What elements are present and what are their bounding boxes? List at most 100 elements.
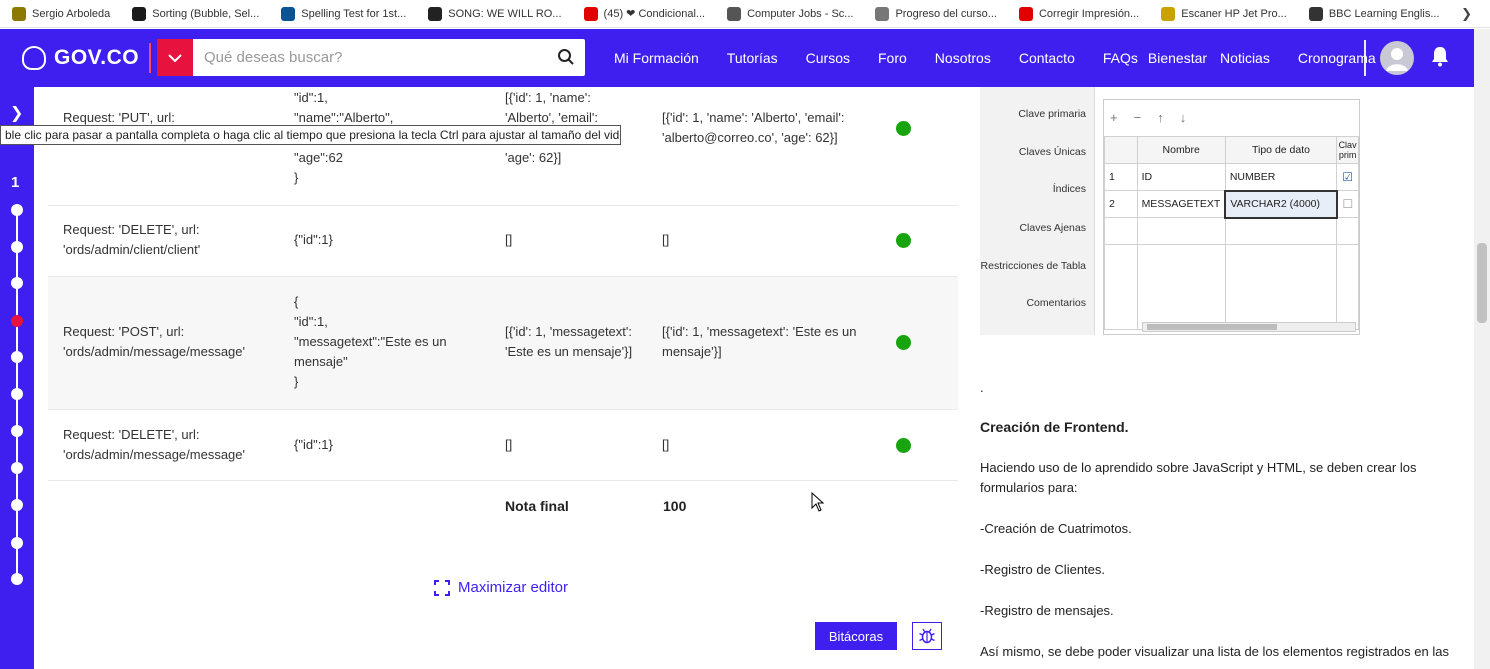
rail-step-dot[interactable] bbox=[11, 499, 23, 511]
nav-cursos[interactable]: Cursos bbox=[806, 50, 850, 66]
bookmark-item[interactable]: Sorting (Bubble, Sel... bbox=[132, 6, 259, 21]
list-item: -Registro de mensajes. bbox=[980, 603, 1114, 618]
db-columns-grid: + − ↑ ↓ Nombre Tipo de dato Clav prim 1 … bbox=[1103, 99, 1360, 335]
cell-line: "id":1, bbox=[294, 90, 328, 105]
db-side-menu: Clave primaria Claves Únicas Índices Cla… bbox=[980, 87, 1095, 335]
search-dropdown-button[interactable] bbox=[157, 39, 193, 76]
status-ok-icon bbox=[896, 233, 911, 248]
bookmark-item[interactable]: Sergio Arboleda bbox=[12, 6, 110, 21]
nav-bienestar[interactable]: Bienestar bbox=[1148, 50, 1207, 66]
bookmark-item[interactable]: Escaner HP Jet Pro... bbox=[1161, 6, 1287, 21]
request-cell: Request: 'POST', url: 'ords/admin/message… bbox=[63, 322, 278, 362]
shield-emblem-icon bbox=[22, 46, 46, 70]
nav-mi-formacion[interactable]: Mi Formación bbox=[614, 50, 699, 66]
db-col-header bbox=[1104, 136, 1138, 164]
rail-step-dot[interactable] bbox=[11, 277, 23, 289]
search-icon[interactable] bbox=[557, 48, 575, 66]
site-header: GOV.CO Mi Formación Tutorías Cursos Foro… bbox=[0, 29, 1474, 87]
bookmark-label: SONG: WE WILL RO... bbox=[448, 7, 562, 20]
bookmark-label: Spelling Test for 1st... bbox=[301, 7, 407, 20]
request-cell: Request: 'DELETE', url: 'ords/admin/clien… bbox=[63, 220, 278, 260]
cell-line: Request: 'DELETE', url: bbox=[63, 222, 200, 237]
db-horizontal-scrollbar bbox=[1142, 322, 1356, 332]
cell-line: { bbox=[294, 294, 299, 309]
maximize-editor-link[interactable]: Maximizar editor bbox=[434, 579, 568, 596]
db-side-label: Claves Únicas bbox=[1018, 146, 1086, 158]
cell-line: Request: 'DELETE', url: bbox=[63, 427, 200, 442]
cell-line: 'ords/admin/message/message' bbox=[63, 447, 245, 462]
add-icon: + bbox=[1110, 109, 1118, 125]
rail-expand-icon[interactable]: ❯ bbox=[10, 103, 23, 123]
table-row: Request: 'DELETE', url: 'ords/admin/clien… bbox=[48, 206, 958, 277]
bookmarks-overflow-icon[interactable]: ❯ bbox=[1461, 6, 1472, 22]
db-side-label: Clave primaria bbox=[1018, 108, 1086, 120]
search-bar bbox=[157, 39, 585, 76]
rail-step-dot[interactable] bbox=[11, 573, 23, 585]
remove-icon: − bbox=[1133, 109, 1142, 125]
rail-step-dot[interactable] bbox=[11, 388, 23, 400]
table-row: Request: 'PUT', url: "id":1, "name":"Albe… bbox=[48, 87, 958, 206]
bookmarks-bar: Sergio Arboleda Sorting (Bubble, Sel... Sp… bbox=[0, 0, 1490, 28]
rail-step-dot[interactable] bbox=[11, 204, 23, 216]
favicon-icon bbox=[1018, 6, 1033, 21]
nav-tutorias[interactable]: Tutorías bbox=[727, 50, 778, 66]
db-col-header: Clav prim bbox=[1336, 136, 1359, 164]
chevron-down-icon bbox=[168, 53, 182, 62]
obtained-cell: [{'id': 1, 'name': 'Alberto', 'email': 'a… bbox=[662, 108, 872, 148]
rail-step-dot-active[interactable] bbox=[11, 315, 23, 327]
table-row: Request: 'DELETE', url: 'ords/admin/messa… bbox=[48, 410, 958, 481]
dot-text: . bbox=[980, 380, 984, 395]
page-scrollbar[interactable] bbox=[1474, 29, 1490, 669]
body-cell: {"id":1, "messagetext":"Este es un mensaje… bbox=[294, 292, 494, 392]
db-screenshot-image: Clave primaria Claves Únicas Índices Cla… bbox=[980, 87, 1360, 335]
avatar[interactable] bbox=[1380, 41, 1414, 75]
report-bug-button[interactable] bbox=[912, 622, 942, 650]
nav-noticias[interactable]: Noticias bbox=[1220, 50, 1270, 66]
cell-line: mensaje" bbox=[294, 354, 348, 369]
expected-cell: [] bbox=[505, 230, 650, 250]
bookmark-item[interactable]: SONG: WE WILL RO... bbox=[428, 6, 562, 21]
bookmark-item[interactable]: Corregir Impresión... bbox=[1018, 6, 1139, 21]
rail-step-dot[interactable] bbox=[11, 351, 23, 363]
bitacoras-button[interactable]: Bitácoras bbox=[815, 622, 897, 650]
logo-divider bbox=[149, 43, 152, 73]
cell-line: [] bbox=[662, 437, 670, 452]
nav-foro[interactable]: Foro bbox=[878, 50, 907, 66]
bookmark-item[interactable]: Spelling Test for 1st... bbox=[281, 6, 407, 21]
obtained-cell: [{'id': 1, 'messagetext': 'Este es un men… bbox=[662, 322, 872, 362]
rail-step-dot[interactable] bbox=[11, 425, 23, 437]
bell-icon[interactable] bbox=[1430, 45, 1450, 67]
db-side-label: Índices bbox=[1052, 183, 1086, 195]
nav-nosotros[interactable]: Nosotros bbox=[935, 50, 991, 66]
nav-divider bbox=[1364, 40, 1366, 76]
expected-cell: [] bbox=[505, 435, 650, 455]
intro-paragraph: Haciendo uso de lo aprendido sobre JavaS… bbox=[980, 460, 1417, 495]
bookmark-item[interactable]: Computer Jobs - Sc... bbox=[727, 6, 853, 21]
cell-line: 'ords/admin/message/message' bbox=[63, 344, 245, 359]
cell-line: [] bbox=[505, 437, 513, 452]
db-col-type: VARCHAR2 (4000) bbox=[1224, 189, 1338, 219]
db-toolbar: + − ↑ ↓ bbox=[1104, 100, 1361, 134]
nav-faqs[interactable]: FAQs bbox=[1103, 50, 1138, 66]
scrollbar-thumb[interactable] bbox=[1477, 243, 1487, 323]
video-tooltip: ble clic para pasar a pantalla completa … bbox=[0, 125, 621, 145]
bookmark-item[interactable]: BBC Learning Englis... bbox=[1308, 6, 1439, 21]
rail-step-dot[interactable] bbox=[11, 462, 23, 474]
request-cell: Request: 'DELETE', url: 'ords/admin/messa… bbox=[63, 425, 278, 465]
section-heading: Creación de Frontend. bbox=[980, 419, 1129, 435]
cell-line: [{'id': 1, 'name': bbox=[505, 90, 591, 105]
search-input[interactable] bbox=[193, 42, 543, 73]
final-grade-label: Nota final bbox=[505, 498, 569, 514]
bookmark-item[interactable]: (45) ❤ Condicional... bbox=[583, 6, 705, 21]
bookmark-item[interactable]: Progreso del curso... bbox=[875, 6, 997, 21]
maximize-icon bbox=[434, 579, 450, 596]
db-col-header: Tipo de dato bbox=[1224, 136, 1338, 164]
checkbox-unchecked-icon: ☐ bbox=[1336, 190, 1359, 218]
favicon-icon bbox=[727, 6, 742, 21]
rail-step-dot[interactable] bbox=[11, 537, 23, 549]
rail-step-dot[interactable] bbox=[11, 241, 23, 253]
nav-contacto[interactable]: Contacto bbox=[1019, 50, 1075, 66]
cell-line: 'Este es un mensaje'}] bbox=[505, 344, 633, 359]
cell-line: [{'id': 1, 'name': 'Alberto', 'email': bbox=[662, 110, 845, 125]
govco-logo[interactable]: GOV.CO bbox=[22, 43, 152, 73]
